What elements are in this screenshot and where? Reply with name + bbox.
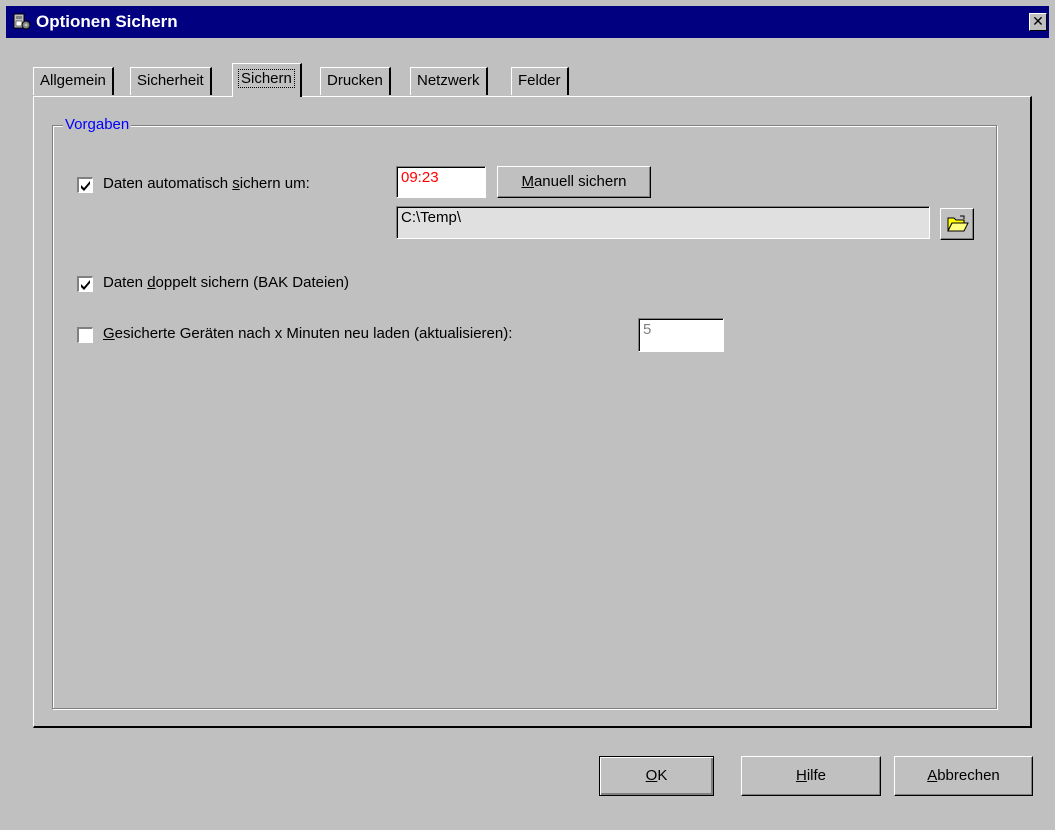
auto-save-label[interactable]: Daten automatisch sichern um: xyxy=(103,175,310,193)
close-button[interactable]: ✕ xyxy=(1029,13,1047,31)
tab-label: Netzwerk xyxy=(417,72,480,89)
tab-netzwerk[interactable]: Netzwerk xyxy=(410,67,488,95)
group-legend: Vorgaben xyxy=(63,116,132,134)
checkmark-icon xyxy=(81,181,90,191)
help-button[interactable]: Hilfe xyxy=(741,756,881,796)
tab-allgemein[interactable]: Allgemein xyxy=(33,67,114,95)
browse-folder-button[interactable] xyxy=(940,208,974,240)
double-save-label[interactable]: Daten doppelt sichern (BAK Dateien) xyxy=(103,274,349,292)
tab-sichern[interactable]: Sichern xyxy=(232,63,302,97)
manual-save-button[interactable]: Manuell sichern xyxy=(497,166,651,198)
title-bar[interactable]: Optionen Sichern ✕ xyxy=(6,6,1049,38)
double-save-checkbox[interactable] xyxy=(77,276,93,292)
tab-label: Allgemein xyxy=(40,72,106,89)
reload-label[interactable]: Gesicherte Geräten nach x Minuten neu la… xyxy=(103,325,512,343)
tab-label: Sichern xyxy=(238,69,295,88)
tab-label: Drucken xyxy=(327,72,383,89)
checkmark-icon xyxy=(81,280,90,290)
tab-drucken[interactable]: Drucken xyxy=(320,67,391,95)
options-dialog: Optionen Sichern ✕ Allgemein Sicherheit … xyxy=(0,0,1055,830)
close-icon: ✕ xyxy=(1032,13,1044,29)
tab-sicherheit[interactable]: Sicherheit xyxy=(130,67,212,95)
backup-path-field[interactable]: C:\Temp\ xyxy=(396,206,930,239)
cancel-button[interactable]: Abbrechen xyxy=(894,756,1033,796)
ok-button[interactable]: OK xyxy=(599,756,714,796)
tab-label: Sicherheit xyxy=(137,72,204,89)
auto-save-checkbox[interactable] xyxy=(77,177,93,193)
app-icon xyxy=(12,12,32,32)
folder-open-icon xyxy=(947,215,969,232)
tab-label: Felder xyxy=(518,72,561,89)
tab-page-sichern: Vorgaben Daten automatisch sichern um: 0… xyxy=(33,96,1032,728)
window-title: Optionen Sichern xyxy=(36,12,178,31)
reload-minutes-field[interactable]: 5 xyxy=(638,318,724,352)
vorgaben-group: Vorgaben Daten automatisch sichern um: 0… xyxy=(52,116,997,709)
reload-checkbox[interactable] xyxy=(77,327,93,343)
auto-save-time-field[interactable]: 09:23 xyxy=(396,166,486,198)
tab-felder[interactable]: Felder xyxy=(511,67,569,95)
